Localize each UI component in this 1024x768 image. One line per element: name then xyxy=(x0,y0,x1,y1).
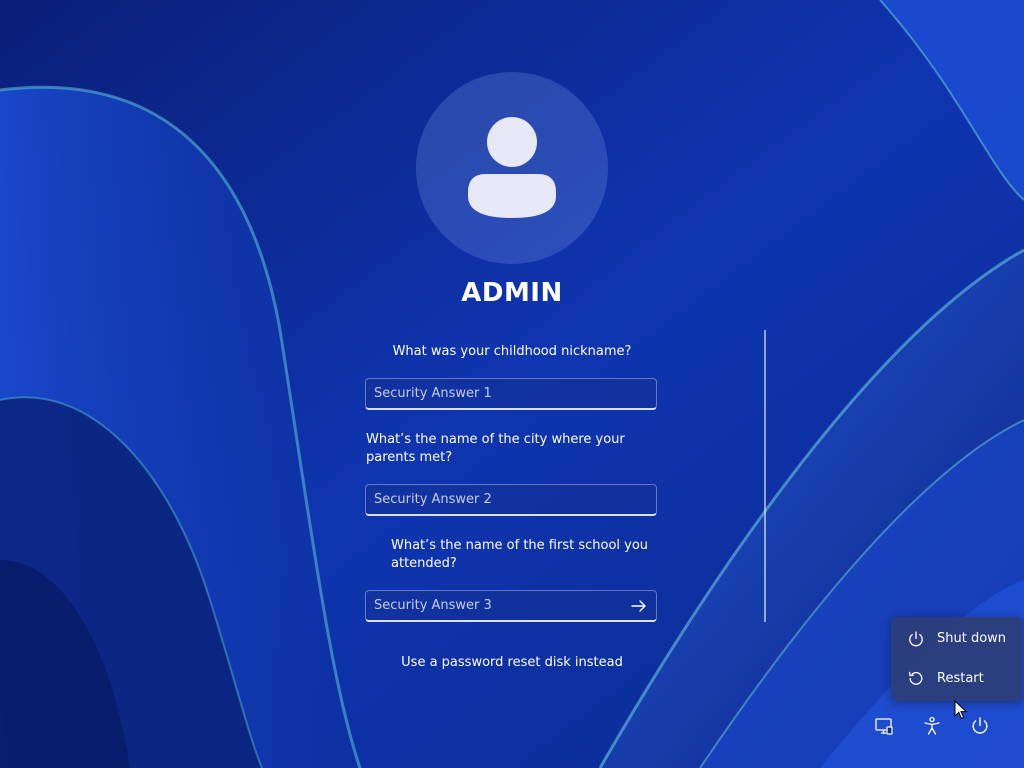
power-icon[interactable] xyxy=(969,715,991,737)
user-icon xyxy=(468,117,556,218)
security-question-2: What’s the name of the city where your p… xyxy=(366,432,625,465)
lock-screen: ADMIN What was your childhood nickname? … xyxy=(0,0,1024,768)
submit-arrow-icon[interactable] xyxy=(630,598,648,614)
user-avatar xyxy=(416,72,608,264)
security-answer-1-field[interactable] xyxy=(365,378,657,410)
password-reset-disk-link[interactable]: Use a password reset disk instead xyxy=(362,655,662,670)
security-question-3: What’s the name of the first school you … xyxy=(391,538,649,571)
restart-label: Restart xyxy=(937,671,984,686)
restart-icon xyxy=(908,671,923,685)
network-icon[interactable] xyxy=(873,715,895,737)
security-question-1: What was your childhood nickname? xyxy=(392,344,632,359)
shut-down-label: Shut down xyxy=(937,631,1007,646)
vertical-divider xyxy=(764,330,766,622)
username: ADMIN xyxy=(461,278,563,308)
accessibility-icon[interactable] xyxy=(921,715,943,737)
security-answer-3-input[interactable] xyxy=(366,591,656,620)
mouse-cursor-icon xyxy=(954,700,968,720)
shut-down-menu-item[interactable]: Shut down xyxy=(895,621,1018,657)
shut-down-icon xyxy=(909,631,923,647)
security-answer-2-input[interactable] xyxy=(366,485,656,514)
security-answer-3-field[interactable] xyxy=(365,590,657,622)
power-menu: Shut down Restart xyxy=(891,617,1022,701)
restart-menu-item[interactable]: Restart xyxy=(895,661,1018,697)
security-answer-2-field[interactable] xyxy=(365,484,657,516)
security-answer-1-input[interactable] xyxy=(366,379,656,408)
